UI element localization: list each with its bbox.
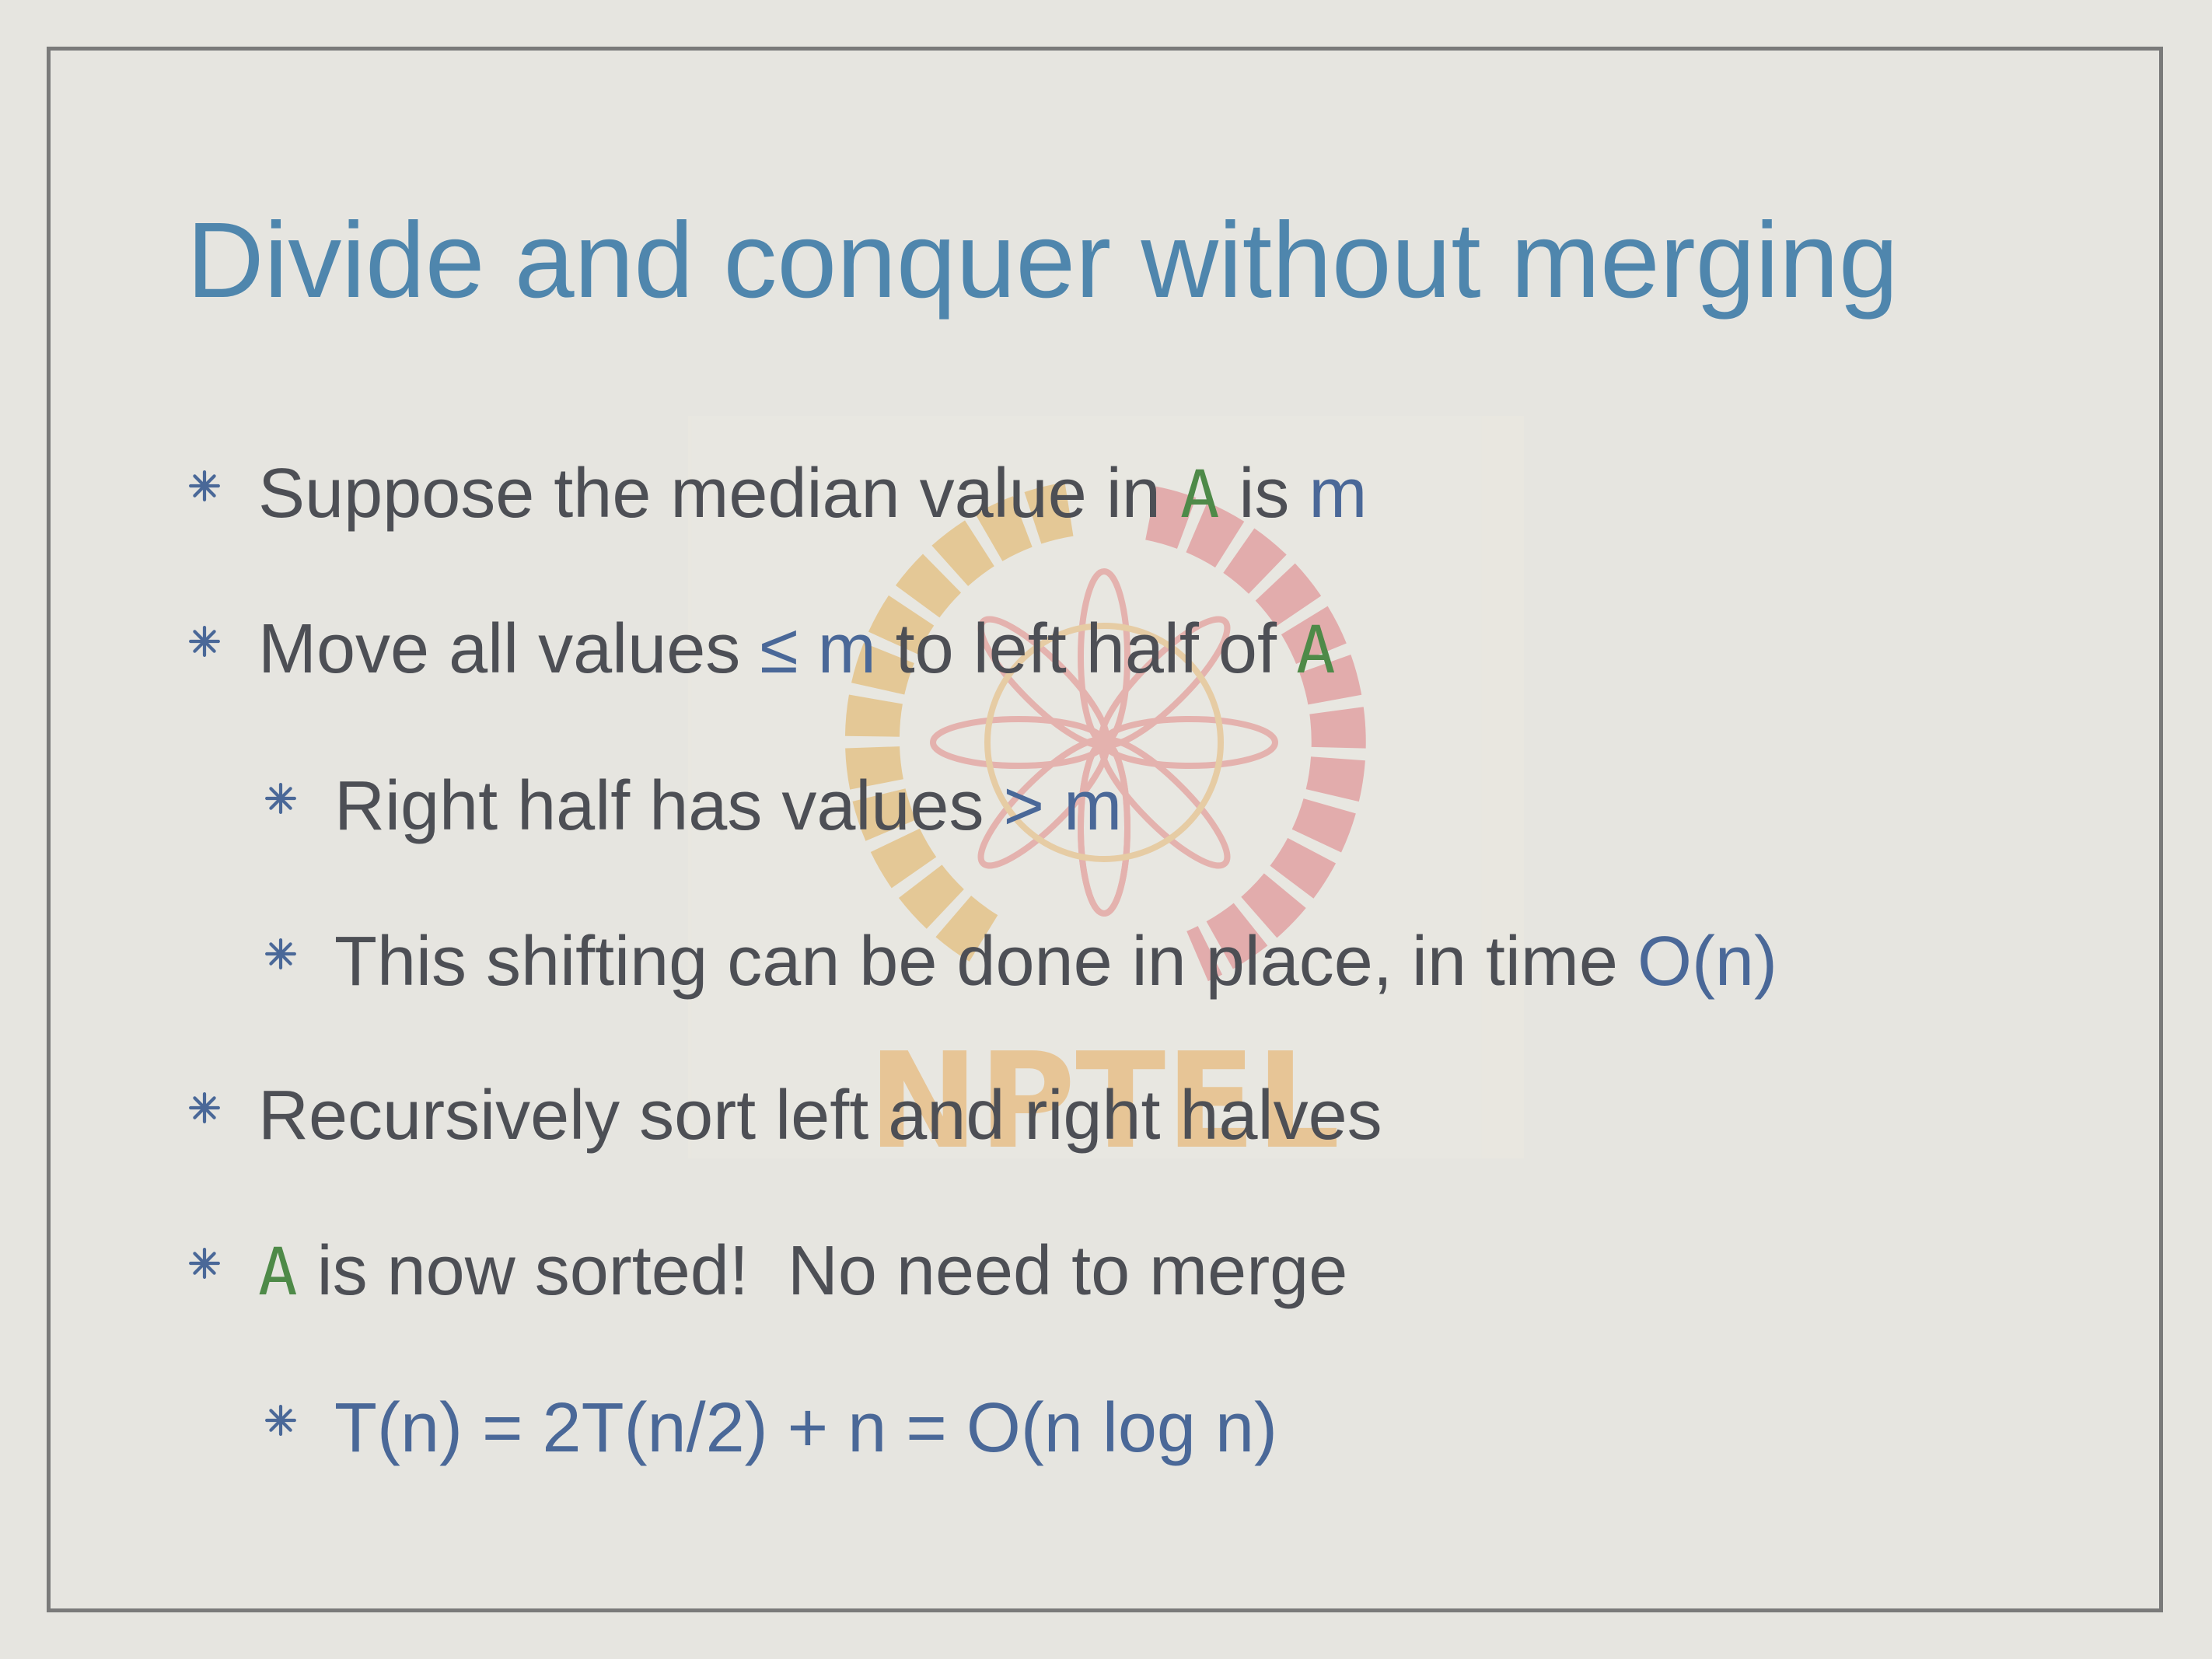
bullet-text: Suppose the median value in xyxy=(258,455,1180,533)
math-expression: ≤ m xyxy=(760,610,876,688)
asterisk-bullet-icon xyxy=(264,1404,297,1437)
bullet-median-value: Suppose the median value in A is m xyxy=(189,451,1368,537)
math-expression: > m xyxy=(1003,767,1123,845)
asterisk-bullet-icon xyxy=(188,1091,221,1124)
array-name-a: A xyxy=(1179,456,1220,533)
bullet-text: is now sorted! No need to merge xyxy=(297,1232,1348,1310)
asterisk-bullet-icon xyxy=(264,782,297,815)
asterisk-bullet-icon xyxy=(188,625,221,658)
subbullet-recurrence: T(n) = 2T(n/2) + n = O(n log n) xyxy=(265,1385,1277,1471)
bullet-move-values: Move all values ≤ m to left half of A xyxy=(189,606,1336,693)
array-name-a: A xyxy=(258,1234,298,1310)
bullet-text: is xyxy=(1219,455,1309,533)
bullet-text: Move all values xyxy=(258,610,760,688)
median-symbol: m xyxy=(1309,455,1368,533)
asterisk-bullet-icon xyxy=(264,938,297,970)
bullet-recursively-sort: Recursively sort left and right halves xyxy=(189,1073,1382,1158)
bullet-text: to left half of xyxy=(875,610,1296,688)
subbullet-shifting-in-place: This shifting can be done in place, in t… xyxy=(265,919,1777,1004)
bullet-text: Right half has values xyxy=(334,767,1004,845)
asterisk-bullet-icon xyxy=(188,1247,221,1280)
subbullet-right-half: Right half has values > m xyxy=(265,763,1123,849)
recurrence-expression: T(n) = 2T(n/2) + n = O(n log n) xyxy=(334,1389,1277,1467)
bullet-text: This shifting can be done in place, in t… xyxy=(334,923,1637,1001)
array-name-a: A xyxy=(1295,612,1336,688)
asterisk-bullet-icon xyxy=(188,470,221,502)
bullet-now-sorted: A is now sorted! No need to merge xyxy=(189,1228,1348,1315)
complexity-expression: O(n) xyxy=(1637,923,1777,1001)
bullet-text: Recursively sort left and right halves xyxy=(258,1077,1382,1154)
slide-title: Divide and conquer without merging xyxy=(187,201,1899,320)
